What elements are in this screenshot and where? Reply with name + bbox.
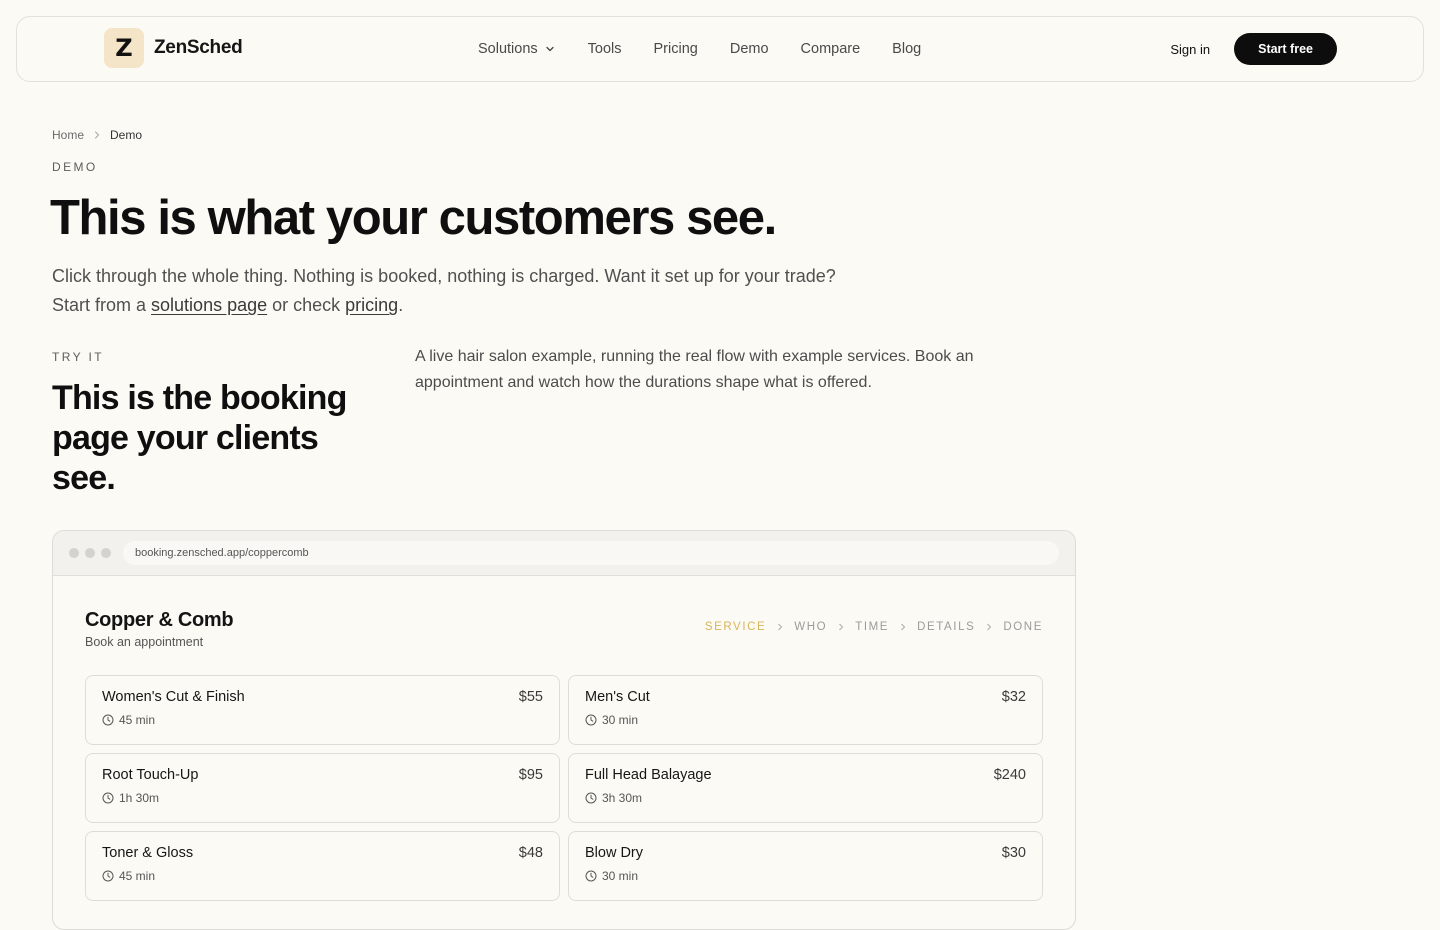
service-duration: 30 min	[585, 713, 638, 727]
nav-solutions[interactable]: Solutions	[478, 41, 556, 57]
service-price: $48	[518, 845, 543, 861]
clock-icon	[585, 870, 597, 882]
clock-icon	[585, 792, 597, 804]
step-service: SERVICE	[704, 621, 767, 633]
service-price: $55	[518, 689, 543, 705]
service-price: $240	[993, 767, 1026, 783]
window-dot-icon	[69, 548, 79, 558]
service-price: $30	[1001, 845, 1026, 861]
hero-sub-text-2: or check	[267, 295, 346, 315]
service-card[interactable]: Root Touch-Up $95 1h 30m	[85, 753, 560, 823]
chevron-right-icon	[839, 623, 844, 631]
service-card[interactable]: Blow Dry $30 30 min	[568, 831, 1043, 901]
chevron-right-icon	[987, 623, 992, 631]
step-done: DONE	[1003, 621, 1043, 633]
booking-steps: SERVICE WHO TIME DETAILS DONE	[705, 621, 1043, 633]
service-list: Women's Cut & Finish $55 45 min Men's Cu…	[85, 675, 1043, 901]
service-name: Root Touch-Up	[102, 767, 199, 783]
business-name: Copper & Comb	[85, 609, 234, 631]
service-duration-text: 1h 30m	[119, 791, 160, 805]
main-nav: Solutions Tools Pricing Demo Compare Blo…	[478, 17, 921, 81]
service-duration-text: 45 min	[119, 713, 156, 727]
pricing-link[interactable]: pricing	[345, 295, 398, 315]
service-card[interactable]: Full Head Balayage $240 3h 30m	[568, 753, 1043, 823]
service-card[interactable]: Toner & Gloss $48 45 min	[85, 831, 560, 901]
nav-actions: Sign in Start free	[1170, 33, 1337, 65]
solutions-page-link[interactable]: solutions page	[151, 295, 267, 315]
hero-subtitle: Click through the whole thing. Nothing i…	[52, 262, 852, 320]
service-name: Men's Cut	[585, 689, 650, 705]
service-duration: 30 min	[585, 869, 638, 883]
try-it-title: This is the booking page your clients se…	[52, 379, 347, 497]
chevron-right-icon	[94, 131, 100, 139]
chevron-down-icon	[546, 46, 554, 52]
service-duration: 3h 30m	[585, 791, 642, 805]
clock-icon	[102, 714, 114, 726]
try-it-eyebrow: TRY IT	[52, 350, 104, 364]
service-duration-text: 3h 30m	[602, 791, 643, 805]
service-name: Blow Dry	[585, 845, 644, 861]
service-duration: 45 min	[102, 713, 155, 727]
breadcrumb: Home Demo	[52, 128, 142, 142]
window-dot-icon	[85, 548, 95, 558]
window-dot-icon	[101, 548, 111, 558]
page-title: This is what your customers see.	[50, 191, 777, 245]
nav-demo[interactable]: Demo	[730, 41, 769, 57]
service-duration-text: 30 min	[602, 713, 639, 727]
booking-demo-window: booking.zensched.app/coppercomb Copper &…	[52, 530, 1076, 930]
service-duration: 45 min	[102, 869, 155, 883]
clock-icon	[102, 792, 114, 804]
clock-icon	[585, 714, 597, 726]
try-it-description: A live hair salon example, running the r…	[415, 348, 974, 391]
step-who: WHO	[794, 621, 828, 633]
logo-icon: Z	[104, 28, 144, 68]
nav-compare[interactable]: Compare	[801, 41, 861, 57]
service-name: Full Head Balayage	[585, 767, 712, 783]
nav-pricing[interactable]: Pricing	[654, 41, 698, 57]
service-duration: 1h 30m	[102, 791, 159, 805]
brand-logo-link[interactable]: Z ZenSched	[104, 28, 243, 68]
brand-name: ZenSched	[154, 37, 243, 58]
url-bar: booking.zensched.app/coppercomb	[123, 541, 1059, 565]
service-name: Women's Cut & Finish	[102, 689, 245, 705]
business-subtitle: Book an appointment	[85, 635, 204, 649]
step-details: DETAILS	[917, 621, 976, 633]
service-card[interactable]: Women's Cut & Finish $55 45 min	[85, 675, 560, 745]
nav-solutions-label: Solutions	[478, 41, 538, 57]
start-free-button[interactable]: Start free	[1234, 33, 1337, 65]
browser-toolbar: booking.zensched.app/coppercomb	[53, 531, 1075, 576]
step-time: TIME	[855, 621, 890, 633]
breadcrumb-current: Demo	[110, 128, 143, 142]
service-duration-text: 45 min	[119, 869, 156, 883]
site-header: Z ZenSched Solutions Tools Pricing Demo …	[16, 16, 1424, 82]
clock-icon	[102, 870, 114, 882]
sign-in-link[interactable]: Sign in	[1170, 42, 1210, 57]
service-price: $95	[518, 767, 543, 783]
breadcrumb-home[interactable]: Home	[52, 128, 84, 142]
service-card[interactable]: Men's Cut $32 30 min	[568, 675, 1043, 745]
chevron-right-icon	[901, 623, 906, 631]
service-duration-text: 30 min	[602, 869, 639, 883]
hero-sub-text-3: .	[398, 295, 404, 315]
service-price: $32	[1001, 689, 1026, 705]
service-name: Toner & Gloss	[102, 845, 194, 861]
chevron-right-icon	[778, 623, 783, 631]
hero-eyebrow: DEMO	[52, 160, 98, 174]
nav-blog[interactable]: Blog	[892, 41, 921, 57]
nav-tools[interactable]: Tools	[588, 41, 622, 57]
